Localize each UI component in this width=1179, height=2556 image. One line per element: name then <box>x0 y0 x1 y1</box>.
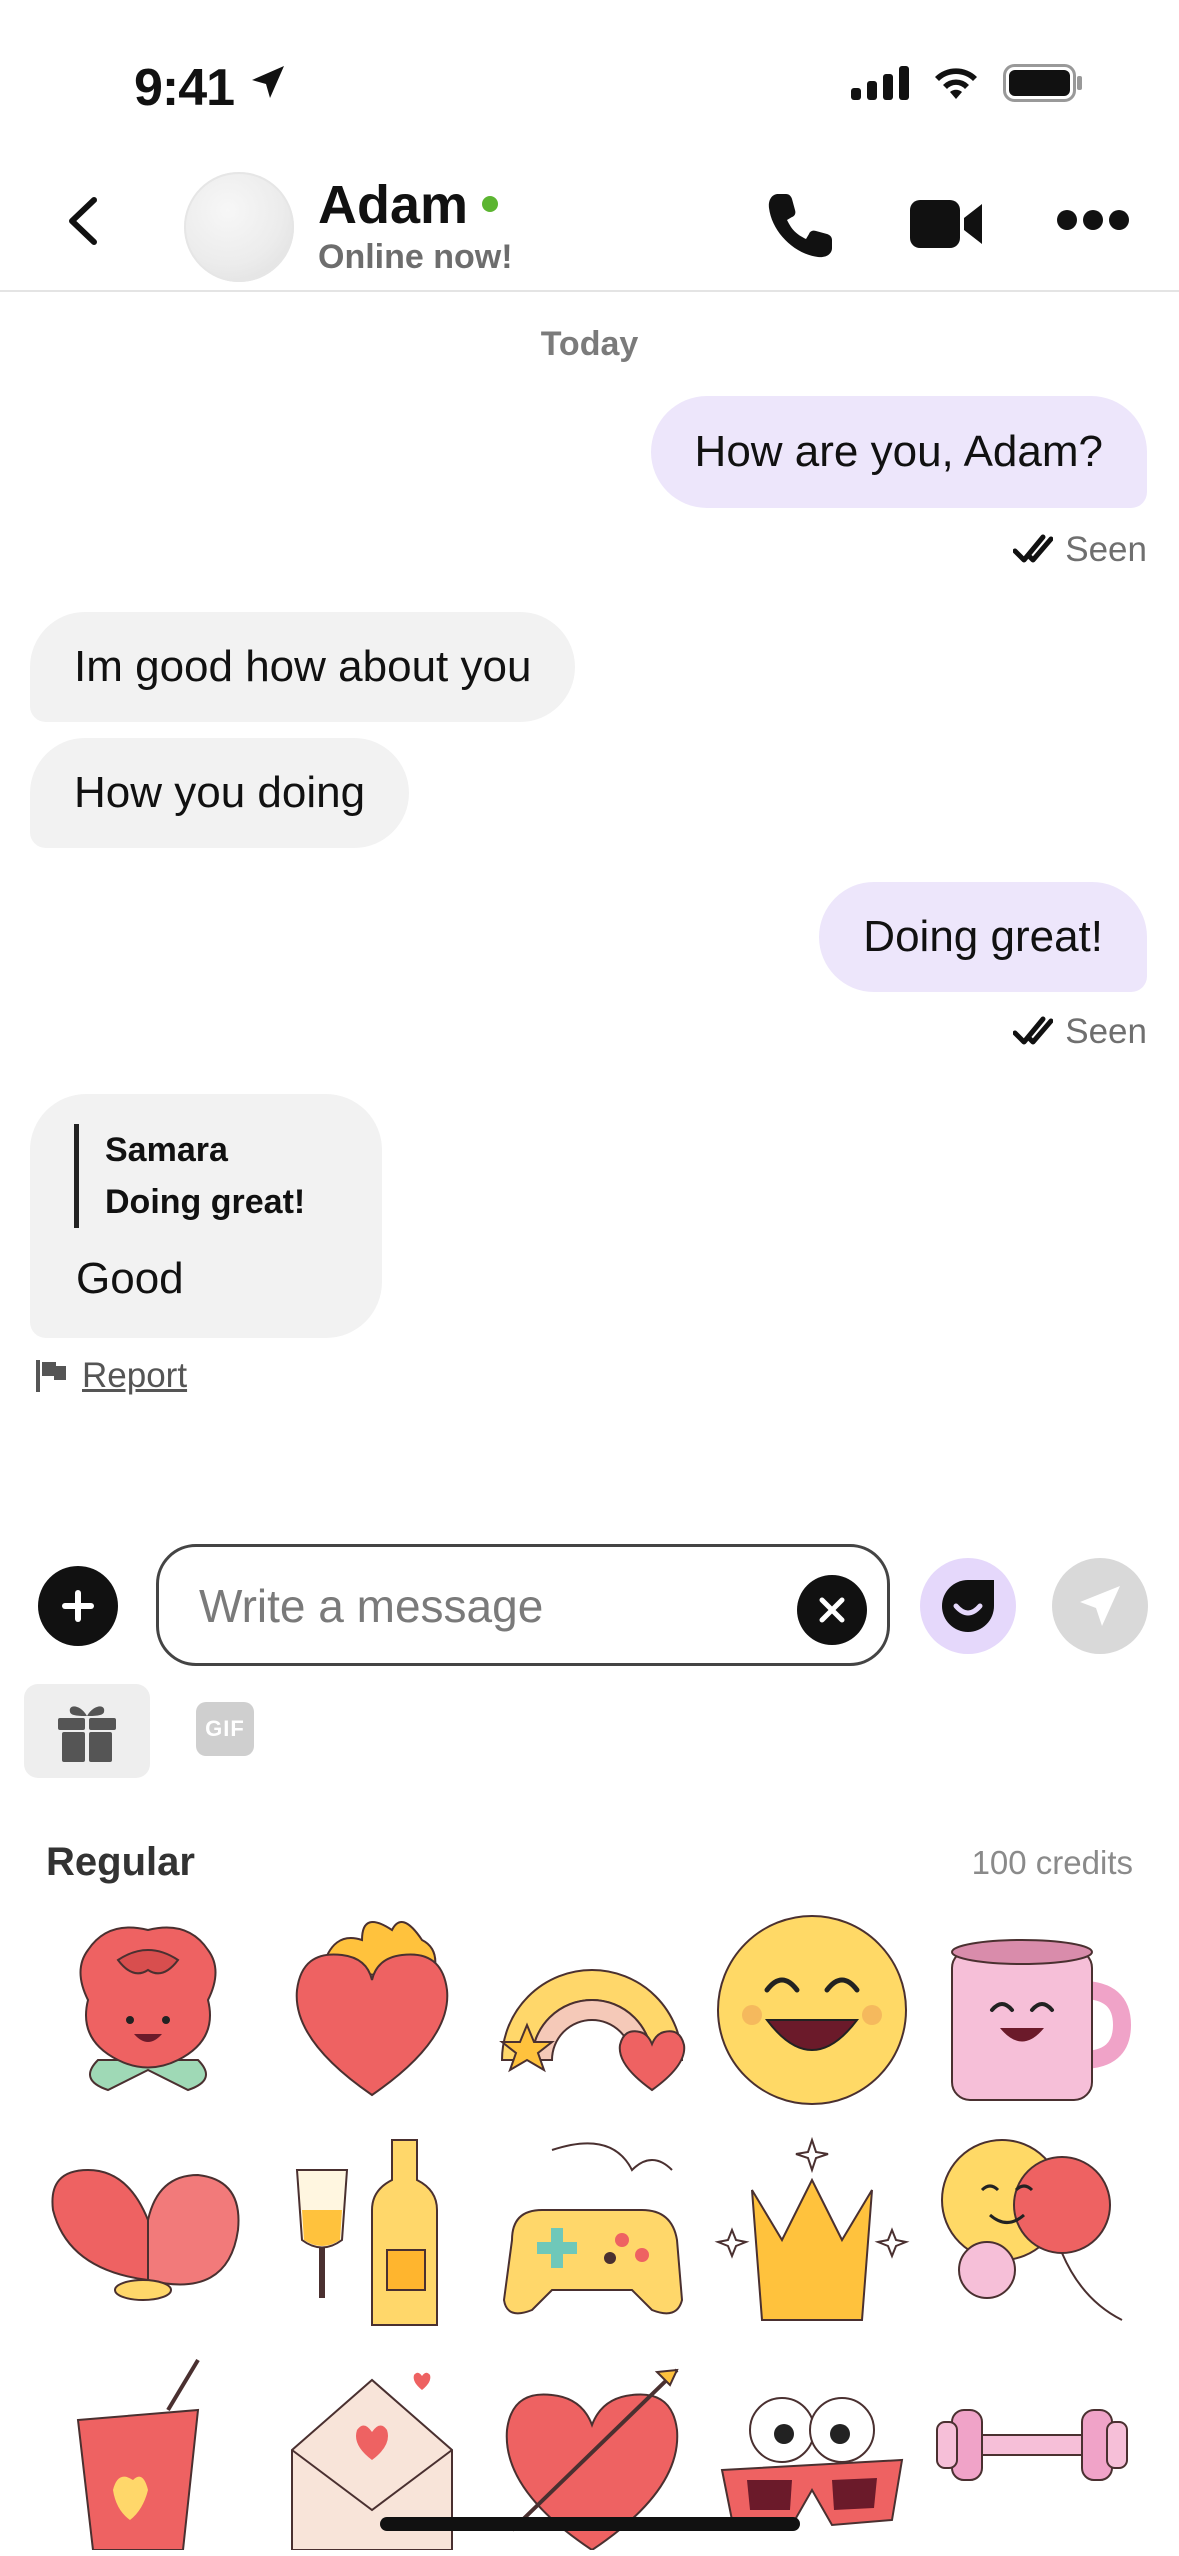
close-icon <box>819 1597 845 1623</box>
balloons-sticker[interactable] <box>932 2130 1132 2330</box>
sticker-section-title: Regular <box>46 1840 195 1884</box>
add-attachment-button[interactable] <box>38 1566 118 1646</box>
video-icon[interactable] <box>908 192 984 256</box>
sticker-smile-icon <box>942 1580 994 1632</box>
dumbbell-sticker[interactable] <box>932 2350 1132 2550</box>
double-check-icon <box>1013 534 1054 563</box>
message-incoming[interactable]: Im good how about you <box>30 612 576 722</box>
signal-icon <box>851 66 909 100</box>
message-input-wrapper <box>156 1544 890 1666</box>
butterfly-heart-sticker[interactable] <box>48 2130 248 2330</box>
message-incoming-reply[interactable]: Samara Doing great! Good <box>30 1094 382 1338</box>
home-indicator[interactable] <box>380 2517 800 2531</box>
flaming-heart-sticker[interactable] <box>272 1910 472 2110</box>
report-label: Report <box>82 1356 188 1395</box>
read-receipt: Seen <box>1013 530 1147 570</box>
plus-icon <box>62 1590 94 1622</box>
online-indicator <box>482 196 498 212</box>
smiley-sticker[interactable] <box>712 1910 912 2110</box>
double-check-icon <box>1013 1016 1054 1045</box>
message-outgoing[interactable]: Doing great! <box>819 882 1147 992</box>
quoted-text: Doing great! <box>105 1183 306 1221</box>
receipt-text: Seen <box>1065 1012 1147 1051</box>
rose-sticker[interactable] <box>48 1910 248 2110</box>
send-button[interactable] <box>1052 1558 1148 1654</box>
message-text: How are you, Adam? <box>694 427 1103 476</box>
send-icon <box>1080 1586 1120 1626</box>
message-outgoing[interactable]: How are you, Adam? <box>650 396 1147 508</box>
back-icon[interactable] <box>58 194 112 248</box>
wifi-icon <box>935 68 977 99</box>
flag-icon <box>36 1360 66 1392</box>
gift-icon <box>58 1706 116 1762</box>
mug-sticker[interactable] <box>932 1910 1132 2110</box>
message-text: Good <box>76 1254 184 1303</box>
receipt-text: Seen <box>1065 530 1147 569</box>
drink-cup-sticker[interactable] <box>48 2350 248 2550</box>
status-time: 9:41 <box>134 59 235 117</box>
chat-header: Adam Online now! <box>0 150 1179 292</box>
game-controller-sticker[interactable] <box>492 2130 692 2330</box>
status-bar: 9:41 <box>0 0 1179 150</box>
report-link[interactable]: Report <box>34 1356 187 1396</box>
message-input[interactable] <box>199 1571 759 1641</box>
read-receipt: Seen <box>1013 1012 1147 1052</box>
quoted-message: Samara Doing great! <box>74 1124 305 1228</box>
more-icon[interactable] <box>1056 208 1130 232</box>
gift-tab[interactable] <box>24 1684 150 1778</box>
credits-label: 100 credits <box>971 1844 1133 1881</box>
date-separator: Today <box>540 325 639 363</box>
battery-icon <box>1003 64 1082 102</box>
contact-name[interactable]: Adam <box>318 174 468 236</box>
crown-sticker[interactable] <box>712 2130 912 2330</box>
sticker-button[interactable] <box>920 1558 1016 1654</box>
message-text: How you doing <box>74 768 366 817</box>
clear-input-button[interactable] <box>797 1575 867 1645</box>
message-text: Doing great! <box>863 912 1103 961</box>
status-indicators <box>851 64 1083 102</box>
phone-icon[interactable] <box>762 188 838 264</box>
location-icon <box>252 66 284 98</box>
avatar[interactable] <box>184 172 294 282</box>
quoted-author: Samara <box>105 1131 228 1169</box>
rainbow-sticker[interactable] <box>492 1910 692 2110</box>
contact-status: Online now! <box>318 238 513 276</box>
message-text: Im good how about you <box>74 642 532 691</box>
gif-tab[interactable]: GIF <box>196 1702 254 1756</box>
message-incoming[interactable]: How you doing <box>30 738 410 848</box>
champagne-sticker[interactable] <box>272 2130 472 2330</box>
